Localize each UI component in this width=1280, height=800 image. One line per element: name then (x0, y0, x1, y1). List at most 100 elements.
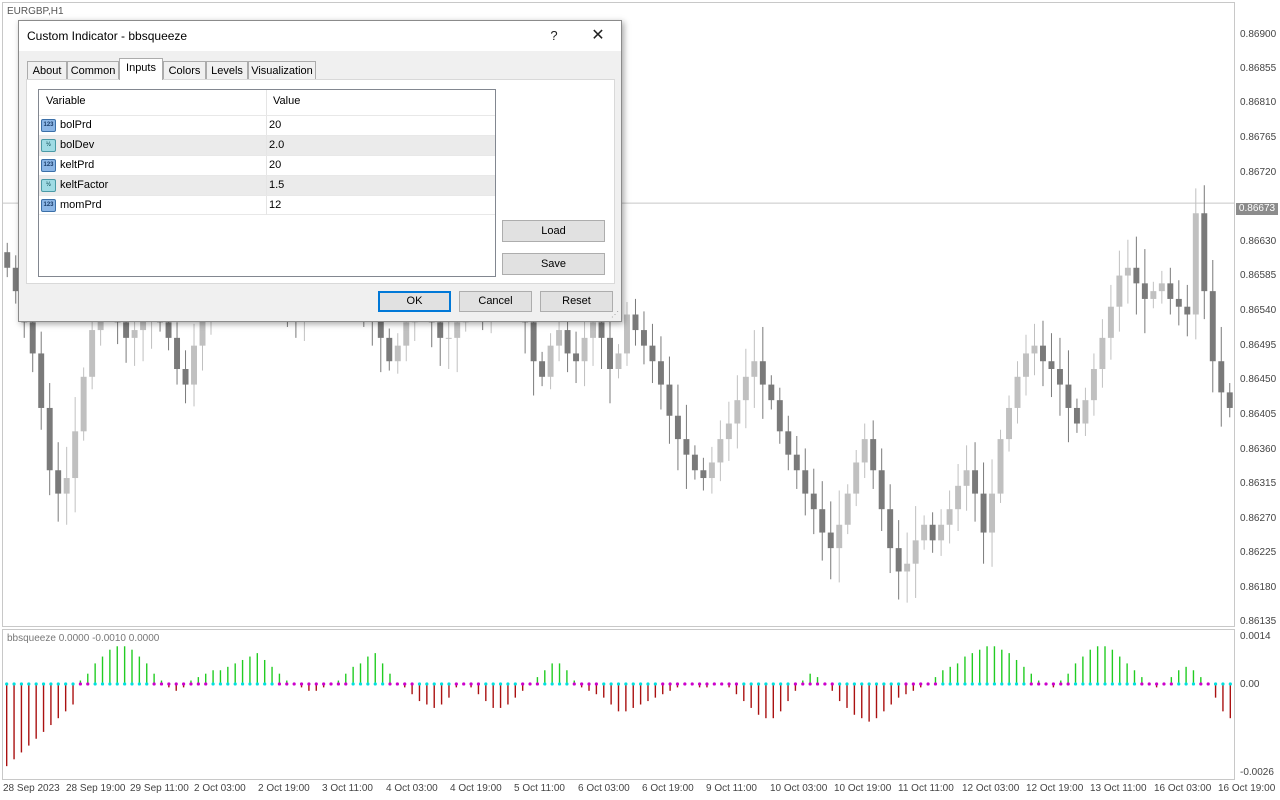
help-button[interactable]: ? (533, 24, 575, 48)
variable-value[interactable]: 20 (269, 119, 281, 131)
candle-body (1226, 392, 1233, 408)
candle-body (624, 314, 630, 354)
squeeze-dot (49, 682, 53, 686)
candle-body (1048, 361, 1055, 370)
squeeze-dot (137, 682, 141, 686)
candle-body (929, 524, 936, 541)
squeeze-dot (874, 682, 879, 686)
squeeze-dot (845, 682, 849, 686)
squeeze-dot (403, 682, 407, 686)
squeeze-dot (970, 682, 974, 686)
candle-body (174, 337, 181, 370)
tab-inputs[interactable]: Inputs (119, 58, 163, 80)
squeeze-dot (27, 682, 31, 686)
candle-body (989, 493, 996, 533)
column-divider (266, 116, 267, 135)
candle (1226, 383, 1233, 418)
candle-body (708, 462, 715, 479)
squeeze-dot (705, 682, 709, 686)
price-tick: 0.86360 (1240, 444, 1277, 455)
candle-body (742, 376, 749, 401)
candle (1150, 281, 1157, 309)
variable-value[interactable]: 12 (269, 199, 281, 211)
price-tick: 0.86630 (1240, 236, 1277, 247)
candle (980, 462, 987, 564)
reset-button[interactable]: Reset (540, 291, 613, 312)
candle-body (191, 345, 197, 385)
time-tick: 12 Oct 19:00 (1026, 783, 1084, 794)
tab-levels[interactable]: Levels (206, 61, 248, 79)
squeeze-dot (616, 682, 621, 686)
candle-body (844, 493, 851, 525)
time-tick: 16 Oct 19:00 (1218, 783, 1276, 794)
tab-colors[interactable]: Colors (163, 61, 206, 79)
squeeze-dot (793, 682, 798, 686)
column-header-variable[interactable]: Variable (46, 90, 86, 113)
price-axis[interactable]: 0.86900 0.86855 0.86810 0.86765 0.86720 … (1236, 0, 1280, 780)
candle (174, 322, 181, 385)
candle-body (564, 330, 571, 354)
candle-body (80, 376, 87, 432)
dialog-title: Custom Indicator - bbsqueeze (27, 29, 188, 43)
candle-body (793, 454, 800, 471)
squeeze-dot (609, 682, 613, 686)
candle-body (1184, 306, 1191, 315)
candle-body (759, 361, 766, 385)
candle (1167, 267, 1174, 315)
tab-about[interactable]: About (27, 61, 67, 79)
indicator-subwindow[interactable]: bbsqueeze 0.0000 -0.0010 0.0000 (2, 629, 1235, 780)
candle-body (836, 524, 843, 549)
save-button[interactable]: Save (502, 253, 605, 275)
candle (802, 448, 809, 516)
dialog-titlebar[interactable]: Custom Indicator - bbsqueeze ? ✕ (19, 21, 621, 51)
squeeze-dot (764, 682, 768, 686)
variable-value[interactable]: 1.5 (269, 179, 284, 191)
table-row[interactable]: ½ bolDev 2.0 (39, 135, 495, 155)
table-row[interactable]: ½ keltFactor 1.5 (39, 175, 495, 195)
indicator-tick: -0.0026 (1240, 767, 1274, 778)
table-row[interactable]: 123 momPrd 12 (39, 195, 495, 215)
time-axis[interactable]: 28 Sep 2023 28 Sep 19:00 29 Sep 11:00 2 … (0, 780, 1280, 800)
squeeze-dot (978, 682, 982, 686)
close-button[interactable]: ✕ (577, 24, 619, 48)
double-type-icon: ½ (41, 139, 56, 152)
candle (700, 457, 707, 491)
table-row[interactable]: 123 keltPrd 20 (39, 155, 495, 175)
custom-indicator-dialog[interactable]: Custom Indicator - bbsqueeze ? ✕ About C… (18, 20, 622, 322)
squeeze-dot (174, 682, 178, 686)
squeeze-dot (204, 682, 208, 686)
squeeze-dot (1073, 682, 1078, 686)
table-row[interactable]: 123 bolPrd 20 (39, 115, 495, 135)
tab-visualization[interactable]: Visualization (248, 61, 316, 79)
squeeze-dot (1081, 682, 1085, 686)
resize-grip-icon[interactable]: ⋰ (611, 311, 619, 319)
candle (80, 367, 87, 441)
squeeze-dot (1029, 682, 1033, 686)
variable-name: bolPrd (60, 119, 92, 131)
inputs-table[interactable]: Variable Value 123 bolPrd 20 ½ bolDev 2.… (38, 89, 496, 277)
time-tick: 28 Sep 19:00 (66, 783, 126, 794)
tab-common[interactable]: Common (67, 61, 119, 79)
squeeze-dot (498, 682, 503, 686)
candle-body (1082, 400, 1089, 424)
candle (615, 344, 622, 379)
price-tick: 0.86495 (1240, 340, 1277, 351)
squeeze-dot (506, 682, 510, 686)
load-button[interactable]: Load (502, 220, 605, 242)
squeeze-dot (196, 682, 200, 686)
candle (1116, 250, 1123, 332)
candle (810, 468, 817, 535)
ok-button[interactable]: OK (378, 291, 451, 312)
squeeze-dot (882, 682, 886, 686)
squeeze-dot (211, 682, 215, 686)
candle-body (445, 337, 452, 339)
squeeze-dot (5, 682, 9, 686)
candle-body (785, 431, 792, 455)
cancel-button[interactable]: Cancel (459, 291, 532, 312)
price-tick: 0.86180 (1240, 582, 1277, 593)
column-header-value[interactable]: Value (273, 90, 300, 113)
variable-value[interactable]: 20 (269, 159, 281, 171)
variable-value[interactable]: 2.0 (269, 139, 284, 151)
indicator-tick: 0.00 (1240, 679, 1260, 690)
squeeze-dot (557, 682, 562, 686)
